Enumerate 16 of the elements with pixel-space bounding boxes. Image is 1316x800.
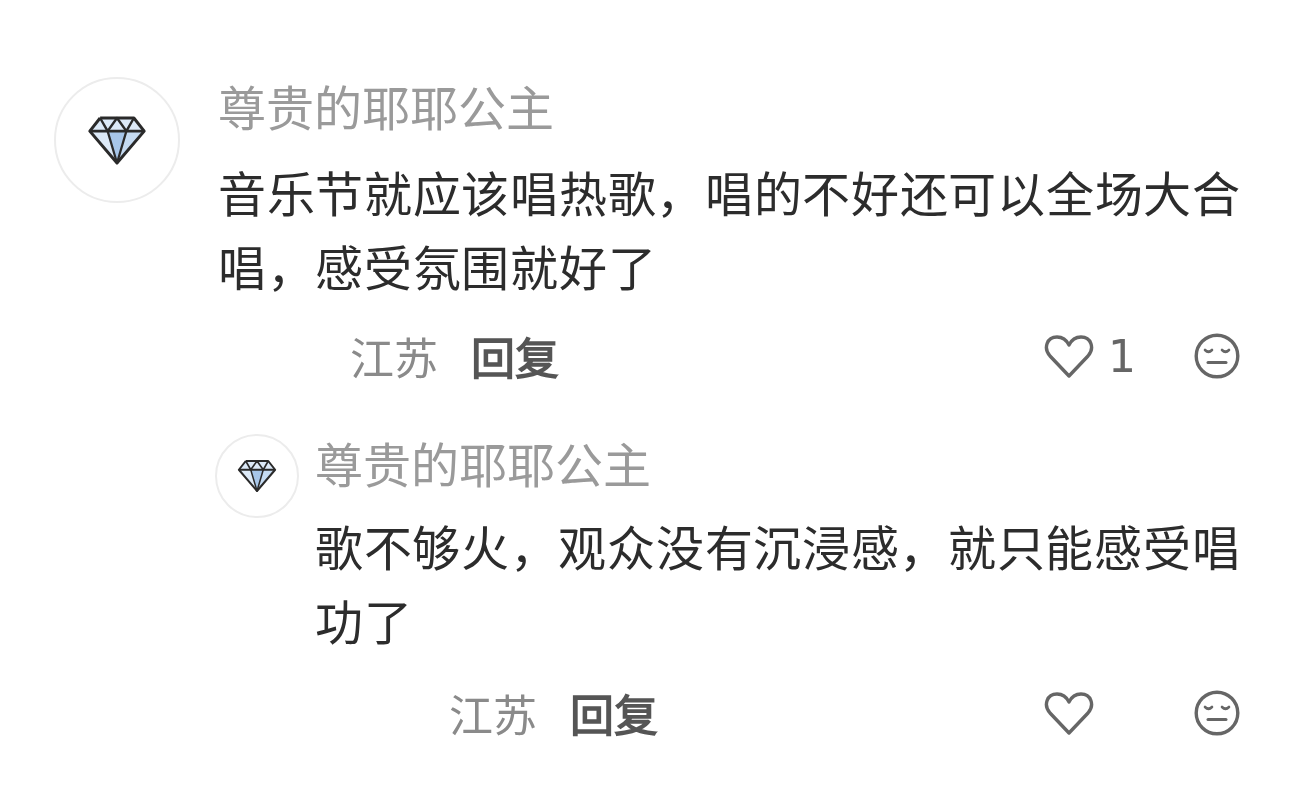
reply-button[interactable]: 回复 [471,324,559,388]
like-button[interactable]: 1 [1044,330,1136,382]
author-name: 尊贵的耶耶公主 [315,437,652,496]
location-text: 江苏 [350,333,438,387]
heart-icon [1044,690,1094,736]
diamond-icon [87,114,147,166]
diamond-icon [237,459,277,493]
neutral-face-icon[interactable] [1194,690,1240,736]
reply-button[interactable]: 回复 [570,681,658,745]
author-name: 尊贵的耶耶公主 [218,80,555,139]
reply-text: 歌不够火，观众没有沉浸感，就只能感受唱功了 [315,520,1242,653]
location-text: 江苏 [449,690,537,744]
comment-text: 音乐节就应该唱热歌，唱的不好还可以全场大合唱，感受氛围就好了 [218,166,1242,299]
heart-icon [1044,333,1094,379]
like-button[interactable] [1044,690,1094,736]
neutral-face-icon[interactable] [1194,333,1240,379]
